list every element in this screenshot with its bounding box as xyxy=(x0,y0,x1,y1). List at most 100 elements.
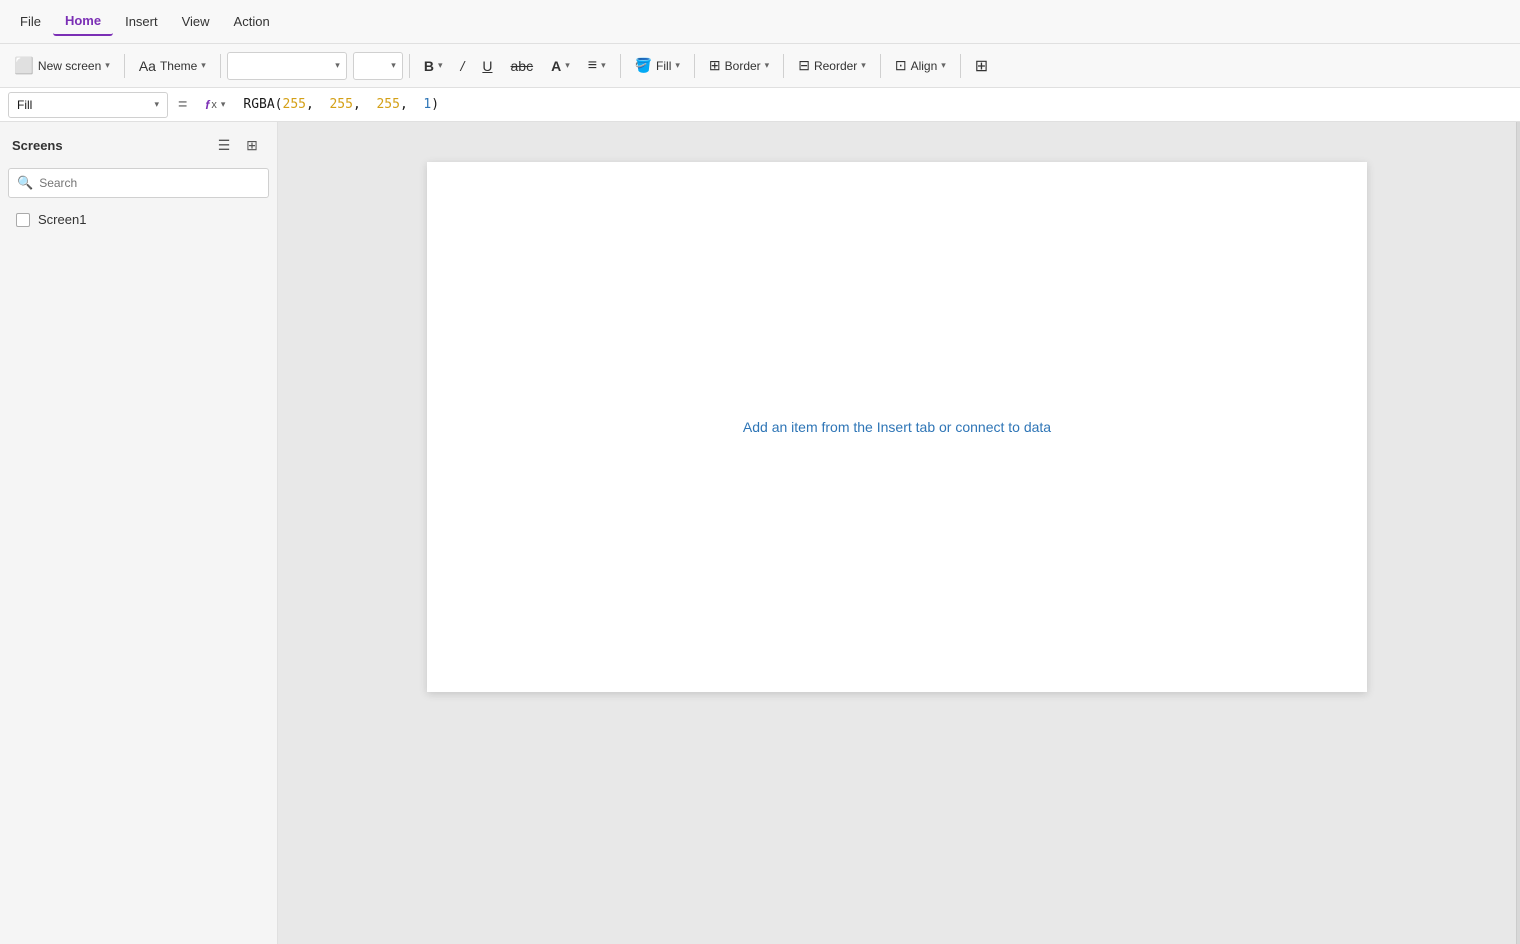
toolbar-separator-7 xyxy=(880,54,881,78)
fill-button[interactable]: 🪣 Fill ▾ xyxy=(627,52,688,79)
menu-bar: File Home Insert View Action xyxy=(0,0,1520,44)
fill-label: Fill xyxy=(656,59,671,73)
menu-action[interactable]: Action xyxy=(222,8,282,35)
theme-label: Theme xyxy=(160,59,197,73)
font-family-chevron-icon: ▾ xyxy=(335,60,340,71)
screen1-label: Screen1 xyxy=(38,212,86,227)
search-box: 🔍 xyxy=(8,168,269,198)
fx-button[interactable]: fx ▾ xyxy=(197,95,233,115)
toolbar-separator-6 xyxy=(783,54,784,78)
main-layout: Screens ☰ ⊞ 🔍 Screen1 Add an item f xyxy=(0,122,1520,944)
canvas-hint-or: or xyxy=(935,419,955,435)
canvas-hint-connect-link[interactable]: connect to data xyxy=(955,419,1051,435)
sidebar-view-buttons: ☰ ⊞ xyxy=(211,132,265,158)
align-objects-chevron-icon: ▾ xyxy=(941,60,946,71)
new-screen-icon: ⬜ xyxy=(14,56,34,76)
font-color-icon: A xyxy=(551,58,561,74)
screen1-checkbox[interactable] xyxy=(16,213,30,227)
sidebar-header: Screens ☰ ⊞ xyxy=(0,122,277,168)
canvas-hint-insert-link[interactable]: Insert tab xyxy=(877,419,935,435)
reorder-icon: ⊟ xyxy=(798,57,810,74)
screen1-item[interactable]: Screen1 xyxy=(4,206,273,233)
menu-file[interactable]: File xyxy=(8,8,53,35)
align-objects-icon: ⊡ xyxy=(895,57,907,74)
bold-chevron-icon: ▾ xyxy=(438,60,443,71)
formula-input-area[interactable]: RGBA(255, 255, 255, 1) xyxy=(239,97,1512,112)
list-view-button[interactable]: ☰ xyxy=(211,132,237,158)
rgba-comma-2: , xyxy=(353,97,376,112)
menu-home[interactable]: Home xyxy=(53,7,113,36)
toolbar-separator-2 xyxy=(220,54,221,78)
align-chevron-icon: ▾ xyxy=(601,60,606,71)
toolbar-separator-4 xyxy=(620,54,621,78)
screens-title: Screens xyxy=(12,138,63,153)
border-button[interactable]: ⊞ Border ▾ xyxy=(701,52,777,79)
name-box-chevron-icon: ▾ xyxy=(154,99,159,110)
grid-view-icon: ⊞ xyxy=(246,137,258,154)
align-objects-button[interactable]: ⊡ Align ▾ xyxy=(887,52,954,79)
rgba-b: 255 xyxy=(376,97,399,112)
rgba-suffix: ) xyxy=(431,97,439,112)
rgba-prefix: RGBA( xyxy=(243,97,282,112)
border-chevron-icon: ▾ xyxy=(765,60,770,71)
canvas-hint-text: Add an item from the xyxy=(743,419,877,435)
canvas-area[interactable]: Add an item from the Insert tab or conne… xyxy=(278,122,1516,944)
rgba-comma-3: , xyxy=(400,97,423,112)
rgba-a: 1 xyxy=(423,97,431,112)
italic-button[interactable]: / xyxy=(452,53,472,79)
fx-x-label: x xyxy=(211,99,217,111)
new-screen-label: New screen xyxy=(38,59,101,73)
rgba-comma-1: , xyxy=(306,97,329,112)
align-button[interactable]: ≡ ▾ xyxy=(580,52,614,80)
underline-icon: U xyxy=(482,58,492,74)
font-size-dropdown[interactable]: ▾ xyxy=(353,52,403,80)
font-size-chevron-icon: ▾ xyxy=(391,60,396,71)
border-icon: ⊞ xyxy=(709,57,721,74)
canvas-hint: Add an item from the Insert tab or conne… xyxy=(743,419,1051,435)
rgba-r: 255 xyxy=(283,97,306,112)
strikethrough-icon: abc xyxy=(511,58,534,74)
italic-icon: / xyxy=(460,58,464,74)
toolbar: ⬜ New screen ▾ Aa Theme ▾ ▾ ▾ B ▾ / U ab… xyxy=(0,44,1520,88)
align-objects-label: Align xyxy=(911,59,938,73)
name-box[interactable]: Fill ▾ xyxy=(8,92,168,118)
new-screen-chevron-icon: ▾ xyxy=(105,60,110,71)
fx-label: f xyxy=(205,98,209,112)
formula-equals-sign: = xyxy=(174,96,191,114)
align-icon: ≡ xyxy=(588,57,597,75)
fx-dropdown-icon: ▾ xyxy=(221,99,226,110)
font-family-dropdown[interactable]: ▾ xyxy=(227,52,347,80)
formula-bar: Fill ▾ = fx ▾ RGBA(255, 255, 255, 1) xyxy=(0,88,1520,122)
canvas-surface: Add an item from the Insert tab or conne… xyxy=(427,162,1367,692)
right-panel xyxy=(1516,122,1520,944)
toolbar-separator-8 xyxy=(960,54,961,78)
menu-insert[interactable]: Insert xyxy=(113,8,170,35)
menu-view[interactable]: View xyxy=(170,8,222,35)
underline-button[interactable]: U xyxy=(474,53,500,79)
search-icon: 🔍 xyxy=(17,175,33,191)
font-color-chevron-icon: ▾ xyxy=(565,60,570,71)
border-label: Border xyxy=(725,59,761,73)
reorder-chevron-icon: ▾ xyxy=(861,60,866,71)
theme-chevron-icon: ▾ xyxy=(201,60,206,71)
font-color-button[interactable]: A ▾ xyxy=(543,53,578,79)
new-screen-button[interactable]: ⬜ New screen ▾ xyxy=(6,51,118,81)
toolbar-separator-3 xyxy=(409,54,410,78)
strikethrough-button[interactable]: abc xyxy=(503,53,542,79)
reorder-button[interactable]: ⊟ Reorder ▾ xyxy=(790,52,874,79)
toolbar-separator-5 xyxy=(694,54,695,78)
rgba-g: 255 xyxy=(329,97,352,112)
layout-icon: ⊞ xyxy=(975,56,988,76)
layout-button[interactable]: ⊞ xyxy=(967,51,996,81)
name-box-value: Fill xyxy=(17,98,150,112)
bold-button[interactable]: B ▾ xyxy=(416,53,451,79)
fill-chevron-icon: ▾ xyxy=(675,60,680,71)
list-view-icon: ☰ xyxy=(218,137,231,154)
theme-icon: Aa xyxy=(139,58,156,74)
toolbar-separator-1 xyxy=(124,54,125,78)
theme-button[interactable]: Aa Theme ▾ xyxy=(131,53,214,79)
fill-icon: 🪣 xyxy=(635,57,652,74)
search-input[interactable] xyxy=(39,176,260,190)
grid-view-button[interactable]: ⊞ xyxy=(239,132,265,158)
reorder-label: Reorder xyxy=(814,59,857,73)
